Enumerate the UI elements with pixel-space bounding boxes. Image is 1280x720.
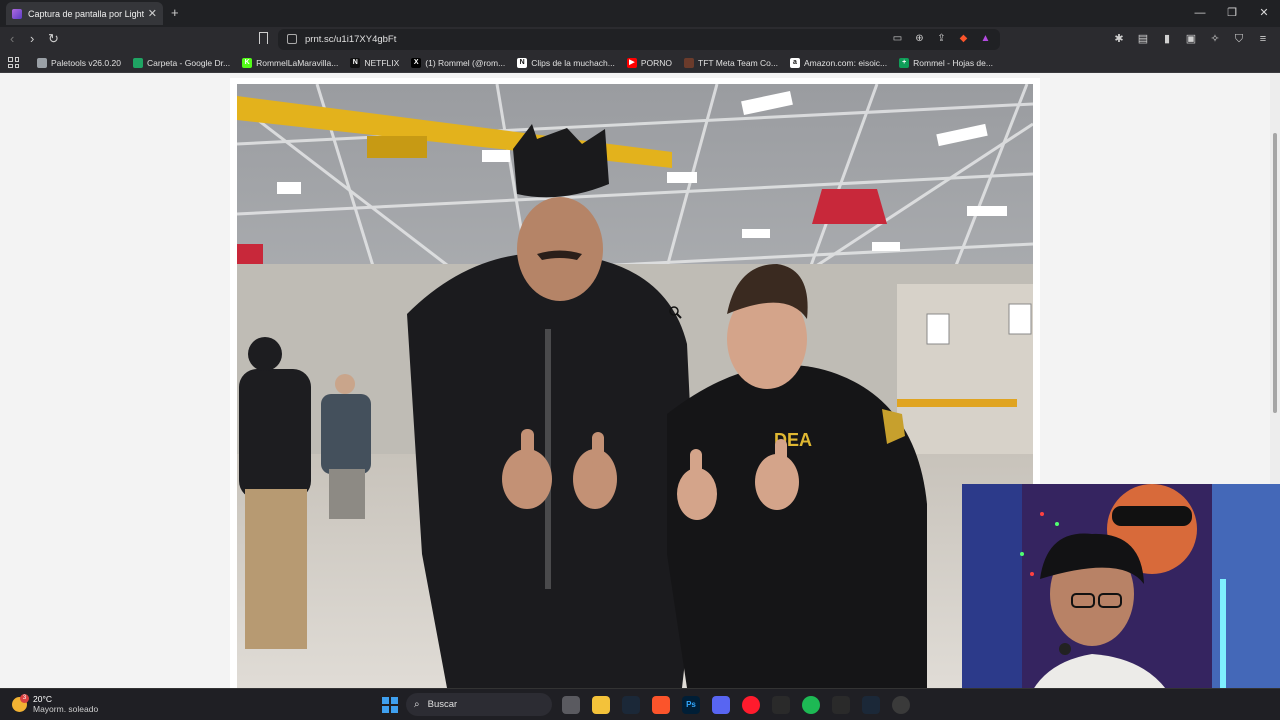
amazon-icon: a: [790, 57, 800, 68]
tab-lightshot[interactable]: Captura de pantalla por Lightshot ✕: [6, 2, 163, 25]
bookmark-item[interactable]: ▶ PORNO: [626, 57, 672, 68]
photo-graphic: DEA: [237, 84, 1033, 688]
extensions-icon[interactable]: ✱: [1112, 32, 1126, 46]
bookmark-item[interactable]: X (1) Rommel (@rom...: [411, 57, 506, 68]
sidebar-icon[interactable]: ▮: [1160, 32, 1174, 46]
globe-icon: [37, 57, 47, 68]
bookmark-label: Clips de la muchach...: [531, 57, 615, 68]
zoom-icon[interactable]: ⊕: [913, 32, 926, 45]
webcam-graphic: Only: [962, 484, 1280, 720]
site-info-icon[interactable]: [287, 34, 297, 44]
opera-icon[interactable]: [742, 696, 760, 714]
steam-icon[interactable]: [622, 696, 640, 714]
valorant-icon[interactable]: [832, 696, 850, 714]
weather-temperature: 20°C: [33, 694, 52, 704]
app-icon[interactable]: [772, 696, 790, 714]
bookmark-label: TFT Meta Team Co...: [698, 57, 778, 68]
weather-description: Mayorm. soleado: [33, 704, 99, 714]
google-drive-icon: [132, 57, 143, 68]
bookmark-page-icon[interactable]: [259, 32, 268, 44]
steam-secondary-icon[interactable]: [862, 696, 880, 714]
back-icon[interactable]: ‹: [10, 31, 14, 46]
task-view-icon[interactable]: [562, 696, 580, 714]
discord-icon[interactable]: [712, 696, 730, 714]
tab-close-button[interactable]: ✕: [148, 7, 157, 20]
search-placeholder: Buscar: [427, 699, 458, 710]
obs-icon[interactable]: [892, 696, 910, 714]
spotify-icon[interactable]: [802, 696, 820, 714]
tab-search-icon[interactable]: ▤: [1136, 32, 1150, 46]
hangar-photo: DEA: [237, 84, 1033, 688]
bookmark-item[interactable]: Paletools v26.0.20: [37, 57, 121, 68]
youtube-icon: ▶: [626, 57, 637, 68]
bookmark-label: Paletools v26.0.20: [51, 57, 121, 68]
brave-browser-icon[interactable]: [652, 696, 670, 714]
cast-icon[interactable]: ▭: [891, 32, 904, 45]
close-window-icon[interactable]: ✕: [1248, 0, 1280, 27]
notification-badge: 3: [20, 693, 29, 703]
bookmark-label: Carpeta - Google Dr...: [146, 57, 231, 68]
apps-grid-icon[interactable]: [8, 57, 19, 68]
bookmark-label: PORNO: [640, 57, 672, 68]
bookmark-item[interactable]: Carpeta - Google Dr...: [132, 57, 231, 68]
weather-sun-icon: 3: [12, 693, 29, 712]
brave-shields-icon[interactable]: ◆: [957, 32, 970, 45]
menu-icon[interactable]: ≡: [1256, 32, 1270, 46]
address-bar[interactable]: prnt.sc/u1i17XY4gbFt ▭ ⊕ ⇪ ◆ ▲: [278, 29, 1000, 50]
leo-ai-icon[interactable]: ✧: [1208, 32, 1222, 46]
bookmark-item[interactable]: K RommelLaMaravilla...: [242, 57, 339, 68]
bookmark-item[interactable]: N Clips de la muchach...: [517, 57, 615, 68]
lightshot-icon: [12, 8, 22, 19]
vpn-icon[interactable]: ⛉: [1232, 32, 1246, 46]
forward-icon[interactable]: ›: [30, 31, 34, 46]
bookmark-label: Amazon.com: eisoic...: [804, 57, 888, 68]
bookmark-label: RommelLaMaravilla...: [256, 57, 339, 68]
bookmark-item[interactable]: TFT Meta Team Co...: [684, 57, 778, 68]
netflix-icon: N: [350, 57, 361, 68]
minimize-icon[interactable]: —: [1184, 0, 1216, 27]
kick-icon: K: [242, 57, 253, 68]
toolbar-right-icons: ✱ ▤ ▮ ▣ ✧ ⛉ ≡: [1112, 32, 1270, 46]
scrollbar-thumb[interactable]: [1273, 133, 1277, 413]
address-bar-icons: ▭ ⊕ ⇪ ◆ ▲: [891, 32, 992, 45]
new-tab-button[interactable]: +: [171, 5, 179, 20]
bookmark-label: (1) Rommel (@rom...: [425, 57, 506, 68]
windows-start-icon[interactable]: [382, 697, 398, 713]
bookmark-item[interactable]: N NETFLIX: [350, 57, 400, 68]
browser-toolbar: ‹ › ↻ prnt.sc/u1i17XY4gbFt ▭ ⊕ ⇪ ◆ ▲ ✱ ▤…: [0, 27, 1280, 53]
photoshop-icon[interactable]: Ps: [682, 696, 700, 714]
notion-icon: N: [517, 57, 528, 68]
search-icon: ⌕: [414, 699, 420, 710]
bookmarks-bar: Paletools v26.0.20 Carpeta - Google Dr...…: [0, 53, 1280, 73]
restore-icon[interactable]: ❐: [1216, 0, 1248, 27]
wallet-icon[interactable]: ▣: [1184, 32, 1198, 46]
tft-icon: [684, 57, 694, 68]
share-icon[interactable]: ⇪: [935, 32, 948, 45]
sheets-icon: +: [899, 57, 910, 68]
tab-title: Captura de pantalla por Lightshot: [28, 8, 144, 19]
taskbar: 3 20°C Mayorm. soleado ⌕ Buscar Ps: [0, 688, 1280, 720]
bookmark-item[interactable]: a Amazon.com: eisoic...: [790, 57, 888, 68]
tab-bar: Captura de pantalla por Lightshot ✕ + — …: [0, 0, 1280, 27]
webcam-overlay: Only: [962, 484, 1280, 720]
taskbar-apps: Ps: [562, 696, 910, 714]
url-text: prnt.sc/u1i17XY4gbFt: [305, 34, 397, 45]
x-icon: X: [411, 57, 422, 68]
window-controls: — ❐ ✕: [1184, 0, 1280, 27]
weather-widget[interactable]: 3 20°C Mayorm. soleado: [12, 693, 99, 714]
bookmark-item[interactable]: + Rommel - Hojas de...: [899, 57, 993, 68]
taskbar-search[interactable]: ⌕ Buscar: [406, 693, 552, 716]
brave-rewards-icon[interactable]: ▲: [979, 32, 992, 45]
file-explorer-icon[interactable]: [592, 696, 610, 714]
bookmark-label: Rommel - Hojas de...: [913, 57, 993, 68]
bookmark-label: NETFLIX: [364, 57, 400, 68]
reload-icon[interactable]: ↻: [48, 31, 59, 47]
